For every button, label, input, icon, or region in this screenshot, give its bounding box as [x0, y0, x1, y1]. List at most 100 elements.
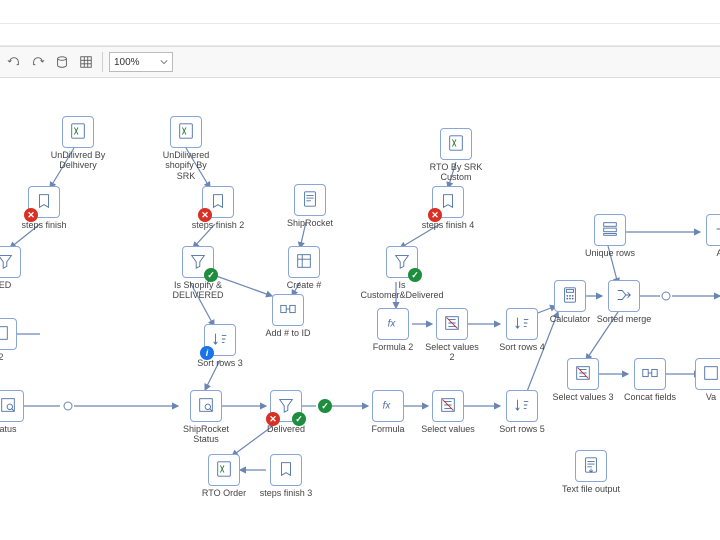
node-shiprocket-status[interactable]: ShipRocket Status — [170, 390, 242, 445]
node-sort-rows-3[interactable]: i Sort rows 3 — [192, 324, 248, 368]
node-label: Select values — [421, 424, 475, 434]
node-select-values[interactable]: Select values — [420, 390, 476, 434]
node-steps-finish-3[interactable]: steps finish 3 — [258, 454, 314, 498]
node-label: Unique rows — [585, 248, 635, 258]
block-icon — [277, 460, 295, 481]
node-add-hash-to-id[interactable]: Add # to ID — [260, 294, 316, 338]
sort-icon — [513, 314, 531, 335]
formula-icon: fx — [384, 314, 402, 335]
error-badge-icon: ✕ — [198, 208, 212, 222]
node-va[interactable]: Va — [696, 358, 720, 402]
zoom-value: 100% — [114, 57, 140, 68]
node-select-values-3[interactable]: Select values 3 — [552, 358, 614, 402]
concat-icon — [279, 300, 297, 321]
ok-badge-icon: ✓ — [292, 412, 306, 426]
node-formula-2[interactable]: fx Formula 2 — [368, 308, 418, 352]
file-icon — [301, 190, 319, 211]
node-formula[interactable]: fx Formula — [360, 390, 416, 434]
app-window: 100% — [0, 0, 720, 540]
node-label: Select values 2 — [424, 342, 480, 363]
node-two[interactable]: 2 — [0, 318, 16, 362]
ok-marker: ✓ — [318, 399, 332, 413]
node-label: Text file output — [562, 484, 620, 494]
node-label: atus — [0, 424, 17, 434]
node-label: steps finish 3 — [260, 488, 313, 498]
chevron-down-icon — [160, 58, 168, 66]
merge-icon — [615, 286, 633, 307]
node-ed[interactable]: ED — [0, 246, 30, 290]
node-label: ED — [0, 280, 11, 290]
block-icon — [35, 192, 53, 213]
toolbar: 100% — [0, 46, 720, 78]
zoom-select[interactable]: 100% — [109, 52, 173, 72]
node-label: steps finish 4 — [422, 220, 475, 230]
node-sort-rows-5[interactable]: Sort rows 5 — [494, 390, 550, 434]
select-icon — [439, 396, 457, 417]
filter-icon — [189, 252, 207, 273]
node-unique-rows[interactable]: Unique rows — [582, 214, 638, 258]
excel-icon — [447, 134, 465, 155]
tool-grid-icon[interactable] — [76, 52, 96, 72]
node-label: Sort rows 4 — [499, 342, 545, 352]
node-label: Ad — [716, 248, 720, 258]
info-badge-icon: i — [200, 346, 214, 360]
node-excel-undilivered-shopify-srk[interactable]: UnDilivered shopify By SRK — [158, 116, 214, 181]
lookup-icon — [0, 396, 17, 417]
node-label: RTO Order — [202, 488, 246, 498]
node-label: UnDilivered shopify By SRK — [158, 150, 214, 181]
node-delivered[interactable]: ✕✓ Delivered — [258, 390, 314, 434]
excel-icon — [69, 122, 87, 143]
node-create-hash[interactable]: Create # — [276, 246, 332, 290]
node-label: Va — [706, 392, 716, 402]
pipeline-canvas[interactable]: UnDilivred By Delhivery UnDilivered shop… — [0, 80, 720, 540]
node-steps-finish[interactable]: ✕ steps finish — [16, 186, 72, 230]
node-label: steps finish 2 — [192, 220, 245, 230]
block-icon — [209, 192, 227, 213]
excel-icon — [177, 122, 195, 143]
node-is-customer-delivered[interactable]: ✓ Is Customer&Delivered — [362, 246, 442, 301]
node-label: Sort rows 5 — [499, 424, 545, 434]
tool-db-icon[interactable] — [52, 52, 72, 72]
formula-icon: fx — [379, 396, 397, 417]
node-sorted-merge[interactable]: Sorted merge — [596, 280, 652, 324]
error-badge-icon: ✕ — [266, 412, 280, 426]
titlebar — [0, 0, 720, 24]
node-rto-order[interactable]: RTO Order — [196, 454, 252, 498]
lookup-icon — [197, 396, 215, 417]
node-label: 2 — [0, 352, 4, 362]
step-icon — [702, 364, 720, 385]
node-label: Concat fields — [624, 392, 676, 402]
node-is-shopify-delivered[interactable]: ✓ Is Shopify & DELIVERED — [160, 246, 236, 301]
excel-icon — [215, 460, 233, 481]
menubar — [0, 24, 720, 46]
node-label: UnDilivred By Delhivery — [50, 150, 106, 171]
node-label: ShipRocket — [287, 218, 333, 228]
node-text-file-output[interactable]: Text file output — [556, 450, 626, 494]
node-concat-fields[interactable]: Concat fields — [622, 358, 678, 402]
node-status[interactable]: atus — [0, 390, 30, 434]
error-badge-icon: ✕ — [428, 208, 442, 222]
filter-icon — [277, 396, 295, 417]
node-steps-finish-2[interactable]: ✕ steps finish 2 — [190, 186, 246, 230]
svg-text:fx: fx — [383, 400, 392, 411]
node-excel-rto-srk-custom[interactable]: RTO By SRK Custom — [428, 128, 484, 183]
node-select-values-2[interactable]: Select values 2 — [424, 308, 480, 363]
tool-redo-icon[interactable] — [28, 52, 48, 72]
node-calculator[interactable]: Calculator — [542, 280, 598, 324]
node-label: Is Shopify & DELIVERED — [160, 280, 236, 301]
node-label: Add # to ID — [265, 328, 310, 338]
ok-badge-icon: ✓ — [408, 268, 422, 282]
node-shiprocket[interactable]: ShipRocket — [282, 184, 338, 228]
tool-undo-icon[interactable] — [4, 52, 24, 72]
node-steps-finish-4[interactable]: ✕ steps finish 4 — [420, 186, 476, 230]
block-icon — [439, 192, 457, 213]
step-icon — [0, 324, 10, 345]
node-label: Formula — [371, 424, 404, 434]
filter-icon — [393, 252, 411, 273]
concat-icon — [641, 364, 659, 385]
node-excel-undilivered-delhivery[interactable]: UnDilivred By Delhivery — [50, 116, 106, 171]
file-out-icon — [582, 456, 600, 477]
error-badge-icon: ✕ — [24, 208, 38, 222]
node-label: Is Customer&Delivered — [361, 280, 444, 301]
node-add-right[interactable]: Ad — [694, 214, 720, 258]
